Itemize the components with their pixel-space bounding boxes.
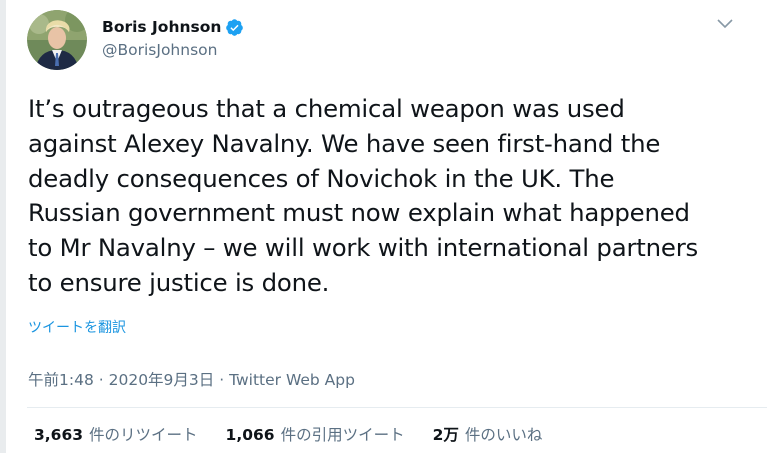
tweet-meta: 午前1:48 · 2020年9月3日 · Twitter Web App [28, 368, 355, 390]
tweet-card: Boris Johnson @BorisJohnson It’s outrage… [27, 10, 767, 444]
tweet-stats: 3,663 件のリツイート 1,066 件の引用ツイート 2万 件のいいね [34, 423, 570, 445]
tweet-source[interactable]: Twitter Web App [229, 371, 355, 389]
avatar[interactable] [27, 10, 87, 70]
tweet-date[interactable]: 2020年9月3日 [109, 371, 215, 389]
divider [27, 407, 767, 408]
scroll-edge [0, 0, 6, 453]
quote-count-number: 1,066 [225, 426, 275, 444]
user-handle[interactable]: @BorisJohnson [102, 41, 244, 59]
translate-tweet-link[interactable]: ツイートを翻訳 [28, 317, 126, 337]
chevron-down-icon[interactable] [716, 17, 734, 31]
tweet-page: Boris Johnson @BorisJohnson It’s outrage… [0, 0, 767, 453]
quote-count-label: 件の引用ツイート [280, 426, 405, 444]
tweet-header: Boris Johnson @BorisJohnson [27, 10, 742, 76]
like-count-number: 2万 [432, 426, 459, 444]
user-info: Boris Johnson @BorisJohnson [102, 16, 244, 59]
verified-badge-icon [226, 18, 244, 36]
quote-count[interactable]: 1,066 件の引用ツイート [226, 423, 405, 445]
avatar-image [27, 10, 87, 70]
retweet-count[interactable]: 3,663 件のリツイート [34, 423, 198, 445]
tweet-text: It’s outrageous that a chemical weapon w… [28, 94, 699, 297]
display-name[interactable]: Boris Johnson [102, 18, 221, 36]
meta-separator: · [219, 371, 230, 389]
tweet-time[interactable]: 午前1:48 [28, 371, 94, 389]
like-count[interactable]: 2万 件のいいね [433, 423, 543, 445]
like-count-label: 件のいいね [464, 426, 543, 444]
retweet-count-number: 3,663 [34, 426, 84, 444]
meta-separator: · [98, 371, 109, 389]
retweet-count-label: 件のリツイート [89, 426, 198, 444]
name-row: Boris Johnson [102, 16, 244, 38]
